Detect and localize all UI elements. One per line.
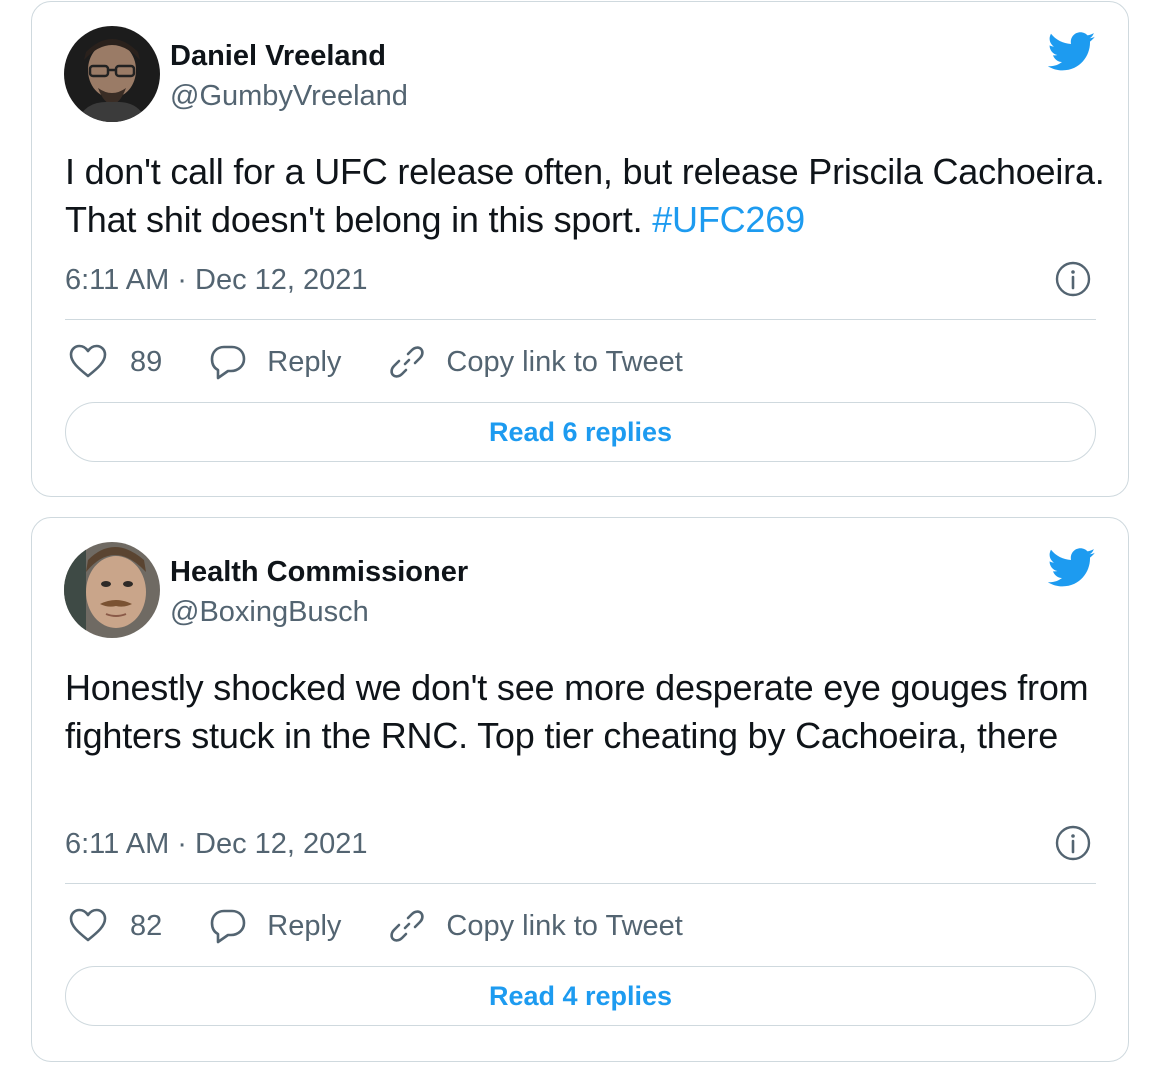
avatar[interactable] [64, 542, 160, 638]
tweet-card[interactable]: Health Commissioner @BoxingBusch Honestl… [31, 517, 1129, 1062]
tweet-timestamp[interactable]: 6:11 AM · Dec 12, 2021 [65, 262, 368, 298]
avatar-photo [64, 26, 160, 122]
reply-label: Reply [267, 346, 342, 378]
tweet-actions: 89 Reply Copy link to Tweet [68, 340, 729, 384]
tweet-text: Honestly shocked we don't see more despe… [65, 667, 1089, 756]
link-icon [387, 342, 427, 382]
avatar[interactable] [64, 26, 160, 122]
tweet-card[interactable]: Daniel Vreeland @GumbyVreeland I don't c… [31, 1, 1129, 497]
twitter-bird-icon[interactable] [1048, 32, 1096, 72]
link-icon [387, 906, 427, 946]
like-count: 82 [130, 910, 163, 942]
copy-link-label: Copy link to Tweet [446, 346, 683, 378]
hashtag-link[interactable]: #UFC269 [652, 199, 805, 240]
reply-bubble-icon [208, 906, 248, 946]
tweet-text: I don't call for a UFC release often, bu… [65, 148, 1105, 244]
author-display-name[interactable]: Daniel Vreeland [170, 38, 386, 74]
divider [65, 319, 1096, 320]
reply-label: Reply [267, 910, 342, 942]
read-replies-button[interactable]: Read 6 replies [65, 402, 1096, 462]
avatar-photo [64, 542, 160, 638]
like-button[interactable]: 89 [68, 342, 162, 382]
copy-link-label: Copy link to Tweet [446, 910, 683, 942]
divider [65, 883, 1096, 884]
twitter-bird-icon[interactable] [1048, 548, 1096, 588]
copy-link-button[interactable]: Copy link to Tweet [387, 906, 683, 946]
tweet-timestamp[interactable]: 6:11 AM · Dec 12, 2021 [65, 826, 368, 862]
like-button[interactable]: 82 [68, 906, 162, 946]
reply-button[interactable]: Reply [208, 906, 341, 946]
heart-icon [68, 342, 108, 382]
info-icon[interactable] [1055, 261, 1091, 297]
info-icon[interactable] [1055, 825, 1091, 861]
tweet-body: I don't call for a UFC release often, bu… [65, 151, 1105, 240]
author-handle[interactable]: @BoxingBusch [170, 594, 369, 630]
copy-link-button[interactable]: Copy link to Tweet [387, 342, 683, 382]
author-display-name[interactable]: Health Commissioner [170, 554, 468, 590]
reply-button[interactable]: Reply [208, 342, 341, 382]
like-count: 89 [130, 346, 163, 378]
reply-bubble-icon [208, 342, 248, 382]
heart-icon [68, 906, 108, 946]
read-replies-button[interactable]: Read 4 replies [65, 966, 1096, 1026]
author-handle[interactable]: @GumbyVreeland [170, 78, 408, 114]
tweet-actions: 82 Reply Copy link to Tweet [68, 904, 729, 948]
